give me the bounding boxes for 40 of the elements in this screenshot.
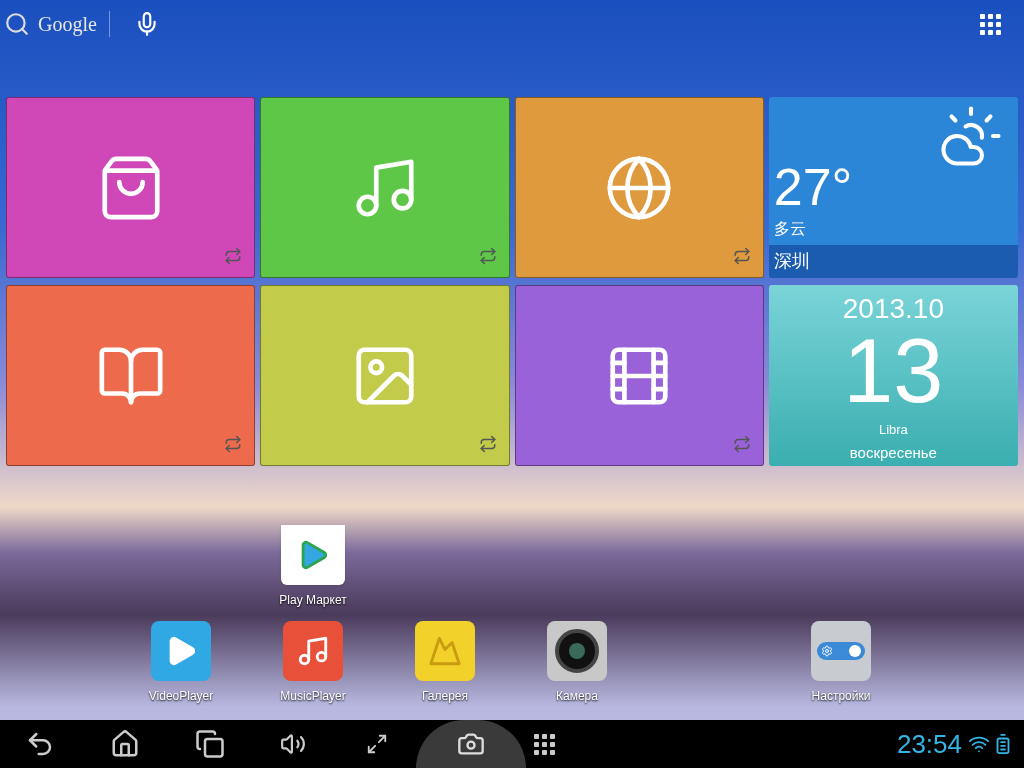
zodiac-sign: Libra (878, 421, 908, 439)
app-tile[interactable] (514, 285, 764, 466)
swap-icon (732, 435, 751, 453)
swap-icon (224, 435, 243, 453)
search-icon[interactable] (4, 11, 30, 37)
play-icon[interactable] (151, 621, 211, 681)
toggle-switch-icon[interactable] (811, 621, 871, 681)
apps-icon[interactable] (534, 733, 555, 755)
city-name: 深圳 (768, 245, 1018, 278)
weather-condition: 多云 (772, 219, 807, 239)
swap-icon (224, 247, 243, 265)
weekday: воскресенье (849, 442, 937, 463)
home-icon[interactable] (110, 729, 140, 759)
app-label: Галерея (422, 688, 468, 705)
app-tile[interactable] (6, 285, 256, 466)
music-note-icon[interactable] (283, 621, 343, 681)
app-label: Настройки (811, 688, 871, 705)
calendar-day: 13 (843, 326, 944, 416)
swap-icon (732, 247, 751, 265)
recent-apps-icon[interactable] (195, 729, 225, 759)
app-tile[interactable] (514, 97, 764, 278)
camera-lens-icon[interactable] (547, 621, 607, 681)
temperature: 27° (772, 161, 854, 213)
app-drawer-icon[interactable] (980, 13, 1001, 35)
clock: 23:54 (896, 727, 962, 761)
app-tile[interactable] (6, 97, 256, 278)
app-tile[interactable] (260, 97, 510, 278)
expand-icon[interactable] (366, 733, 388, 755)
app-label: VideoPlayer (148, 688, 214, 705)
weather-widget[interactable]: 27° 多云 深圳 (768, 97, 1018, 278)
volume-icon[interactable] (280, 731, 306, 757)
swap-icon (478, 435, 497, 453)
calendar-month: 2013.10 (842, 292, 944, 326)
app-label: Play Маркет (279, 592, 347, 609)
app-label: Камера (556, 688, 598, 705)
app-tile[interactable] (260, 285, 510, 466)
play-store-icon[interactable] (281, 525, 345, 585)
app-label: MusicPlayer (280, 688, 346, 705)
swap-icon (478, 247, 497, 265)
search-label[interactable]: Google (38, 9, 97, 39)
